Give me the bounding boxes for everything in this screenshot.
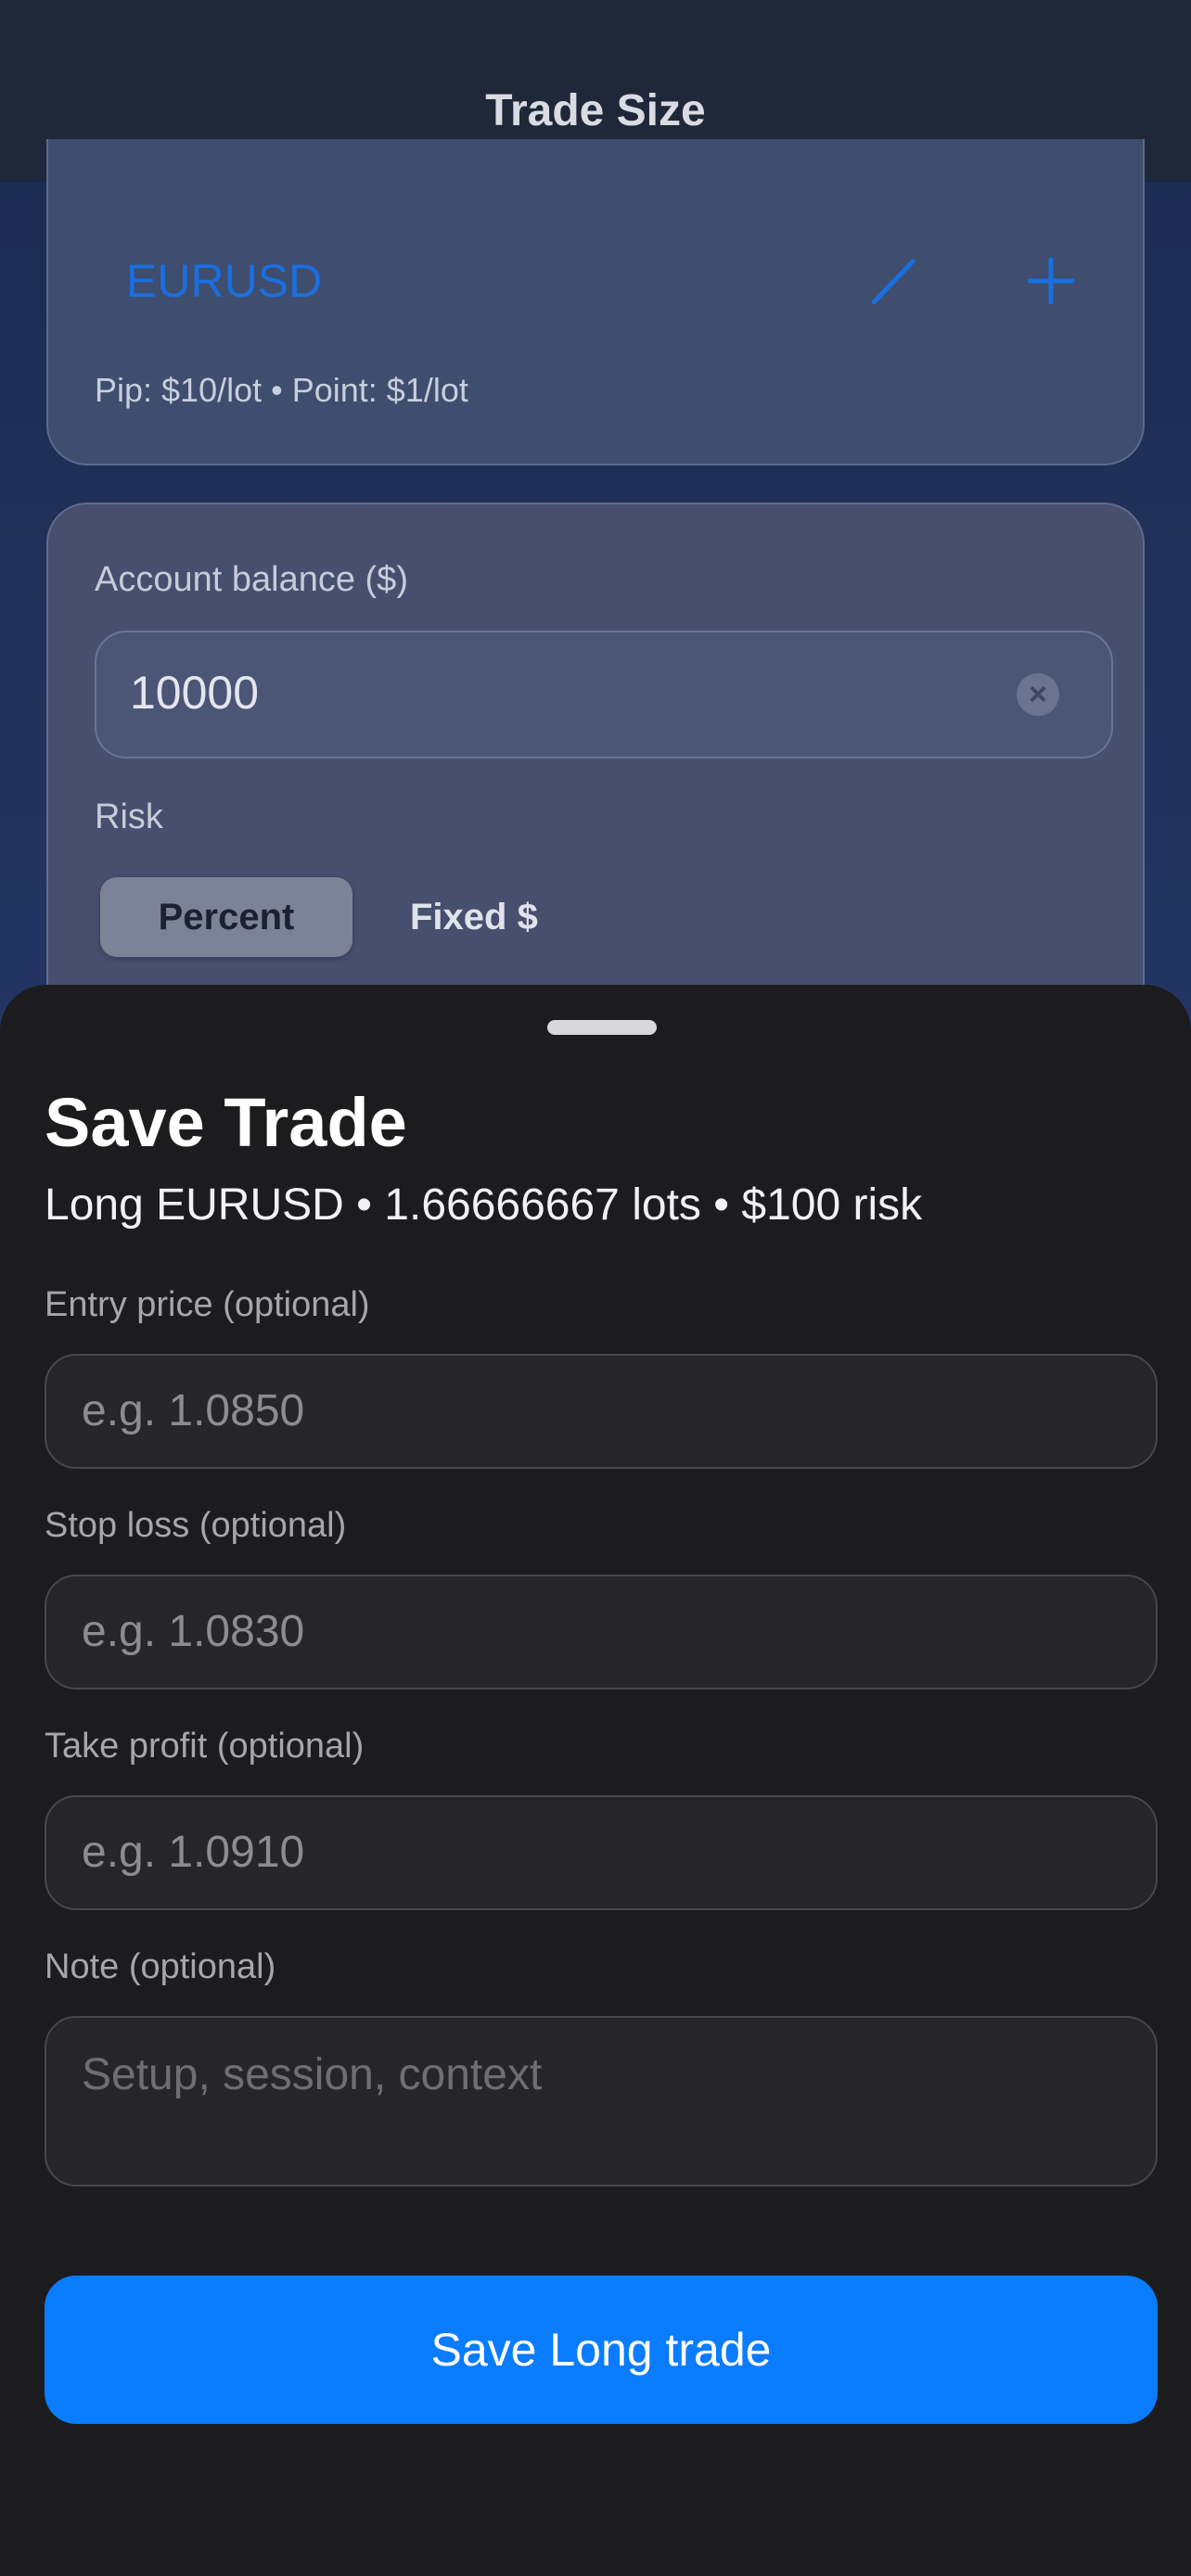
take-profit-label: Take profit (optional)	[45, 1727, 365, 1766]
pip-info: Pip: $10/lot • Point: $1/lot	[95, 371, 468, 409]
pencil-icon[interactable]	[861, 249, 926, 313]
note-input[interactable]: Setup, session, context	[45, 2016, 1158, 2187]
stop-loss-label: Stop loss (optional)	[45, 1506, 347, 1545]
clear-icon[interactable]: ×	[1017, 673, 1059, 716]
entry-price-label: Entry price (optional)	[45, 1285, 370, 1324]
sheet-grabber[interactable]	[547, 1020, 657, 1035]
entry-price-input[interactable]: e.g. 1.0850	[45, 1354, 1158, 1469]
page-title: Trade Size	[485, 86, 706, 135]
sheet-title: Save Trade	[45, 1084, 407, 1161]
stop-loss-placeholder: e.g. 1.0830	[82, 1607, 305, 1656]
risk-mode-percent[interactable]: Percent	[100, 877, 352, 957]
balance-input[interactable]: 10000 ×	[95, 631, 1113, 759]
stop-loss-input[interactable]: e.g. 1.0830	[45, 1575, 1158, 1690]
note-label: Note (optional)	[45, 1947, 276, 1986]
entry-price-placeholder: e.g. 1.0850	[82, 1386, 305, 1435]
risk-mode-fixed[interactable]: Fixed $	[410, 877, 538, 957]
risk-label: Risk	[95, 797, 163, 836]
symbol-card: EURUSD Pip: $10/lot • Point: $1/lot	[46, 139, 1145, 465]
note-placeholder: Setup, session, context	[82, 2050, 543, 2099]
plus-icon[interactable]	[1018, 249, 1083, 313]
take-profit-placeholder: e.g. 1.0910	[82, 1828, 305, 1877]
balance-value: 10000	[130, 667, 260, 719]
balance-label: Account balance ($)	[95, 560, 408, 599]
save-trade-button[interactable]: Save Long trade	[45, 2276, 1158, 2424]
symbol-name[interactable]: EURUSD	[126, 254, 322, 308]
account-card: Account balance ($) 10000 × Risk Percent…	[46, 503, 1145, 1059]
trade-summary: Long EURUSD • 1.66666667 lots • $100 ris…	[45, 1180, 923, 1230]
take-profit-input[interactable]: e.g. 1.0910	[45, 1795, 1158, 1910]
save-trade-sheet: Save Trade Long EURUSD • 1.66666667 lots…	[0, 985, 1191, 2576]
